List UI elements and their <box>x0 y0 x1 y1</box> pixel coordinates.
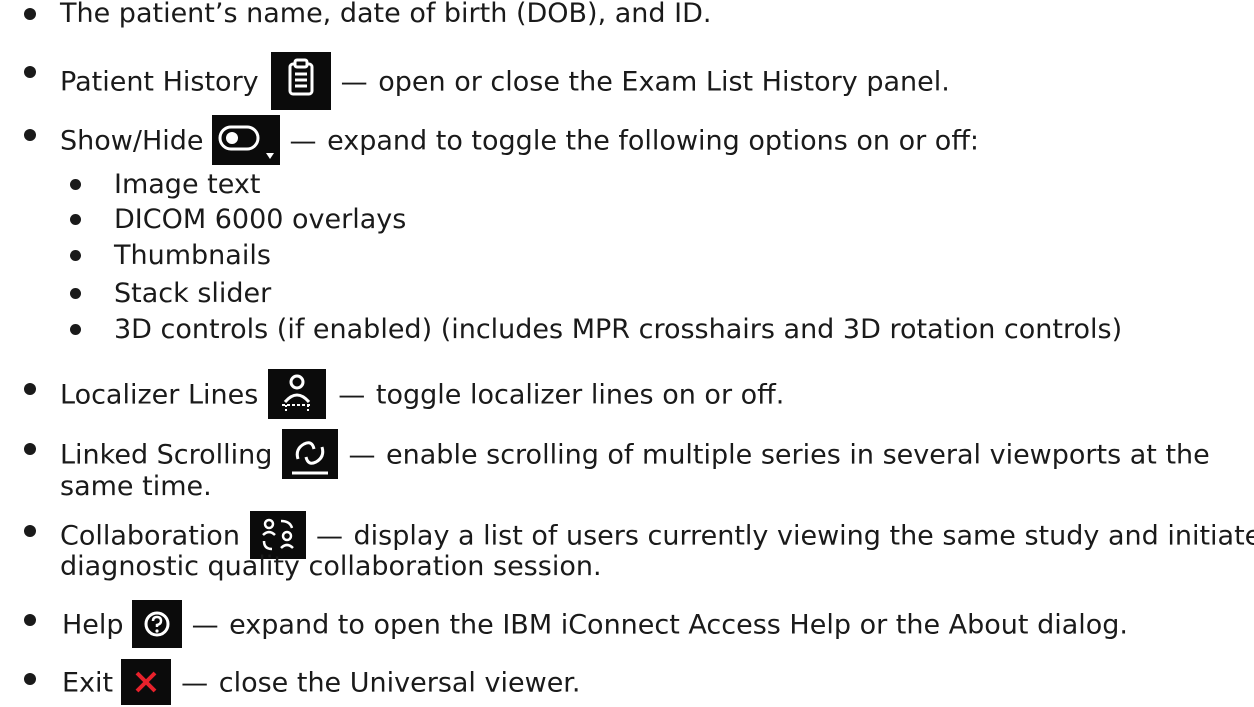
item-line: Linked Scrolling — enable scrolling of m… <box>60 429 1210 481</box>
sub-item-text: DICOM 6000 overlays <box>114 204 407 235</box>
em-dash: — <box>181 667 209 699</box>
em-dash: — <box>191 609 219 641</box>
bullet-dot <box>24 66 36 78</box>
document-body: The patient’s name, date of birth (DOB),… <box>0 0 1254 705</box>
item-label: Linked Scrolling <box>60 439 273 471</box>
sub-item-text: Thumbnails <box>114 240 271 271</box>
item-label: Show/Hide <box>60 125 204 157</box>
item-line: Patient History — open or close the Exam… <box>60 52 950 112</box>
em-dash: — <box>315 520 343 552</box>
item-label: Exit <box>62 667 114 699</box>
item-label: Help <box>62 609 124 641</box>
em-dash: — <box>348 439 376 471</box>
em-dash: — <box>338 379 366 411</box>
localizer-icon <box>268 369 327 419</box>
item-desc: close the Universal viewer. <box>218 667 581 699</box>
item-label: Collaboration <box>60 520 240 552</box>
bullet-dot <box>70 288 81 299</box>
bullet-dot <box>24 525 36 537</box>
bullet-dot <box>24 8 36 20</box>
bullet-dot <box>24 443 36 455</box>
toggle-icon <box>211 115 280 165</box>
item-line: Exit — close the Universal viewer. <box>62 659 581 707</box>
sub-item-text: Image text <box>114 169 261 200</box>
item-desc: open or close the Exam List History pane… <box>378 66 950 98</box>
item-desc: display a list of users currently viewin… <box>353 520 1254 552</box>
help-icon <box>131 600 182 648</box>
link-icon <box>282 429 339 479</box>
close-icon <box>121 659 172 705</box>
bullet-dot <box>70 324 81 335</box>
bullet-dot <box>24 129 36 141</box>
sub-item-text: 3D controls (if enabled) (includes MPR c… <box>114 314 1123 345</box>
em-dash: — <box>340 66 368 98</box>
bullet-dot <box>70 179 81 190</box>
item-desc-cont: same time. <box>60 471 212 502</box>
item-line: Help — expand to open the IBM iConnect A… <box>62 600 1129 650</box>
em-dash: — <box>289 125 317 157</box>
sub-item-text: Stack slider <box>114 278 272 309</box>
bullet-dot <box>24 614 36 626</box>
bullet-dot <box>70 214 81 225</box>
item-desc: enable scrolling of multiple series in s… <box>386 439 1210 471</box>
item-text: The patient’s name, date of birth (DOB),… <box>60 0 712 29</box>
item-desc-cont: diagnostic quality collaboration session… <box>60 551 602 582</box>
item-line: Localizer Lines — toggle localizer lines… <box>60 369 785 421</box>
item-line: Show/Hide — expand to toggle the followi… <box>60 115 980 167</box>
bullet-dot <box>70 250 81 261</box>
clipboard-icon <box>270 52 331 110</box>
bullet-dot <box>24 673 36 685</box>
item-label: Localizer Lines <box>60 379 259 411</box>
item-desc: expand to toggle the following options o… <box>327 125 980 157</box>
item-desc: toggle localizer lines on or off. <box>375 379 785 411</box>
bullet-dot <box>24 383 36 395</box>
item-desc: expand to open the IBM iConnect Access H… <box>229 609 1129 641</box>
item-label: Patient History <box>60 66 259 98</box>
